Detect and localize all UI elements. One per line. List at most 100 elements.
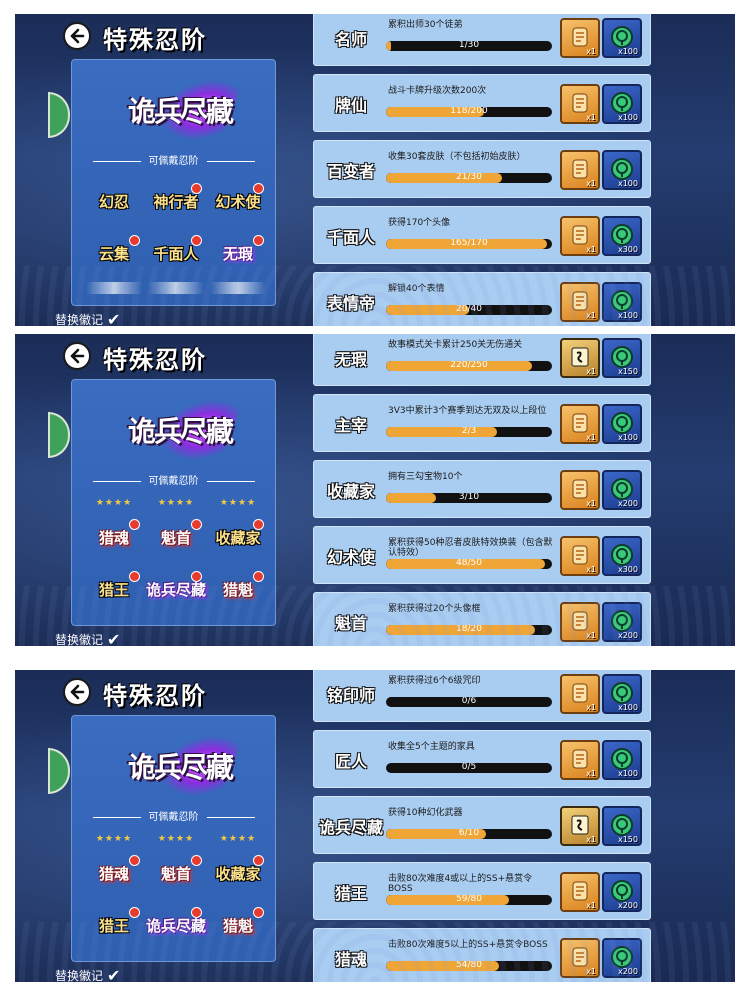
reward-item[interactable]: x1 — [560, 84, 600, 124]
rank-badge[interactable]: 猎王 — [86, 902, 142, 948]
progress-text: 18/20 — [456, 625, 482, 634]
progress-text: 220/250 — [450, 361, 488, 370]
notification-dot — [191, 183, 202, 194]
side-tab[interactable] — [48, 748, 70, 794]
rank-badge-label: 幻忍 — [98, 192, 129, 211]
reward-quantity: x200 — [617, 499, 638, 508]
rank-badge[interactable]: 诡兵尽藏 — [146, 566, 206, 612]
reward-item[interactable]: x1 — [560, 404, 600, 444]
reward-item[interactable]: x100 — [602, 150, 642, 190]
reward-quantity: x1 — [586, 565, 596, 574]
side-tab[interactable] — [48, 412, 70, 458]
reward-item[interactable]: x150 — [602, 338, 642, 378]
rank-badge-label: 收藏家 — [215, 528, 261, 547]
reward-quantity: x300 — [617, 565, 638, 574]
reward-quantity: x150 — [617, 367, 638, 376]
reward-quantity: x1 — [586, 179, 596, 188]
reward-item[interactable]: x1 — [560, 806, 600, 846]
reward-item[interactable]: x1 — [560, 674, 600, 714]
achievement-row: 百变者 收集30套皮肤（不包括初始皮肤） 21/30 x1 x100 — [313, 140, 651, 198]
reward-item[interactable]: x1 — [560, 282, 600, 322]
rank-badge[interactable]: 幻术使 — [210, 178, 266, 224]
achievement-description: 累积出师30个徒弟 — [388, 20, 463, 30]
progress-text: 2/3 — [461, 427, 477, 436]
progress-bar: 6/10 — [386, 829, 552, 839]
notification-dot — [129, 855, 140, 866]
reward-item[interactable]: x150 — [602, 806, 642, 846]
achievement-badge: 牌仙 — [334, 96, 367, 115]
reward-item[interactable]: x1 — [560, 602, 600, 642]
reward-item[interactable]: x100 — [602, 18, 642, 58]
progress-bar: 165/170 — [386, 239, 552, 249]
rank-badge[interactable]: 猎魂 — [86, 850, 142, 896]
rank-badge[interactable]: 收藏家 — [210, 850, 266, 896]
notification-dot — [253, 235, 264, 246]
achievement-description: 收集30套皮肤（不包括初始皮肤） — [388, 152, 526, 162]
reward-item[interactable]: x200 — [602, 938, 642, 978]
rank-badge[interactable]: 云集 — [86, 230, 142, 276]
rank-badge[interactable]: 魁首 — [148, 850, 204, 896]
notification-dot — [191, 571, 202, 582]
notification-dot — [129, 907, 140, 918]
replace-emblem-toggle[interactable]: 替换徽记 ✔ — [55, 630, 120, 646]
achievement-row: 名师 累积出师30个徒弟 1/30 x1 x100 — [313, 14, 651, 66]
reward-item[interactable]: x1 — [560, 18, 600, 58]
notification-dot — [191, 855, 202, 866]
reward-item[interactable]: x200 — [602, 470, 642, 510]
back-button[interactable] — [63, 342, 91, 370]
achievement-badge: 猎王 — [334, 884, 367, 903]
replace-emblem-toggle[interactable]: 替换徽记 ✔ — [55, 310, 120, 326]
rank-badge[interactable]: 诡兵尽藏 — [146, 902, 206, 948]
rank-badge[interactable]: 千面人 — [148, 230, 204, 276]
rank-badge[interactable]: 收藏家 — [210, 514, 266, 560]
reward-item[interactable]: x1 — [560, 740, 600, 780]
reward-item[interactable]: x300 — [602, 536, 642, 576]
replace-emblem-label: 替换徽记 — [55, 969, 104, 982]
achievement-description: 累积获得50种忍者皮肤特效换装（包含默认特效） — [388, 538, 553, 558]
side-tab[interactable] — [48, 92, 70, 138]
reward-item[interactable]: x300 — [602, 216, 642, 256]
achievement-badge: 主宰 — [334, 416, 367, 435]
rank-badge[interactable]: 猎魁 — [210, 566, 266, 612]
reward-item[interactable]: x200 — [602, 602, 642, 642]
rank-badge[interactable]: 无瑕 — [210, 230, 266, 276]
reward-item[interactable]: x1 — [560, 872, 600, 912]
rank-badge[interactable]: 幻忍 — [86, 178, 142, 224]
rank-badge[interactable]: 魁首 — [148, 514, 204, 560]
progress-bar: 48/50 — [386, 559, 552, 569]
reward-item[interactable]: x1 — [560, 338, 600, 378]
badge-grid: ★★★★ ★★★★ ★★★★ 猎魂 魁首 收藏家 猎王 诡兵尽藏 猎魁 — [86, 834, 266, 948]
rank-badge-label: 猎魁 — [222, 580, 253, 599]
reward-item[interactable]: x1 — [560, 216, 600, 256]
achievement-description: 累积获得过20个头像框 — [388, 604, 481, 614]
rank-badge[interactable]: 猎魁 — [210, 902, 266, 948]
reward-item[interactable]: x1 — [560, 938, 600, 978]
progress-bar: 0/6 — [386, 697, 552, 707]
selected-title-emblem: 诡兵尽藏 — [122, 398, 243, 464]
notification-dot — [253, 183, 264, 194]
back-button[interactable] — [63, 22, 91, 50]
reward-item[interactable]: x100 — [602, 282, 642, 322]
rank-badge[interactable]: 猎魂 — [86, 514, 142, 560]
reward-item[interactable]: x1 — [560, 150, 600, 190]
reward-item[interactable]: x1 — [560, 470, 600, 510]
back-button[interactable] — [63, 678, 91, 706]
reward-item[interactable]: x100 — [602, 674, 642, 714]
reward-item[interactable]: x200 — [602, 872, 642, 912]
achievement-row: 主宰 3V3中累计3个赛季到达无双及以上段位 2/3 x1 x100 — [313, 394, 651, 452]
achievement-row: 猎王 击败80次难度4或以上的SS+悬赏令BOSS 59/80 x1 x200 — [313, 862, 651, 920]
reward-quantity: x200 — [617, 967, 638, 976]
rank-badge[interactable]: 猎王 — [86, 566, 142, 612]
rank-badge[interactable]: 神行者 — [148, 178, 204, 224]
reward-item[interactable]: x100 — [602, 404, 642, 444]
notification-dot — [253, 571, 264, 582]
progress-bar: 118/200 — [386, 107, 552, 117]
reward-item[interactable]: x100 — [602, 84, 642, 124]
reward-item[interactable]: x100 — [602, 740, 642, 780]
notification-dot — [129, 235, 140, 246]
reward-item[interactable]: x1 — [560, 536, 600, 576]
arrow-left-icon — [70, 348, 85, 364]
progress-text: 165/170 — [450, 239, 488, 248]
achievement-row: 千面人 获得170个头像 165/170 x1 x300 — [313, 206, 651, 264]
replace-emblem-toggle[interactable]: 替换徽记 ✔ — [55, 966, 120, 982]
